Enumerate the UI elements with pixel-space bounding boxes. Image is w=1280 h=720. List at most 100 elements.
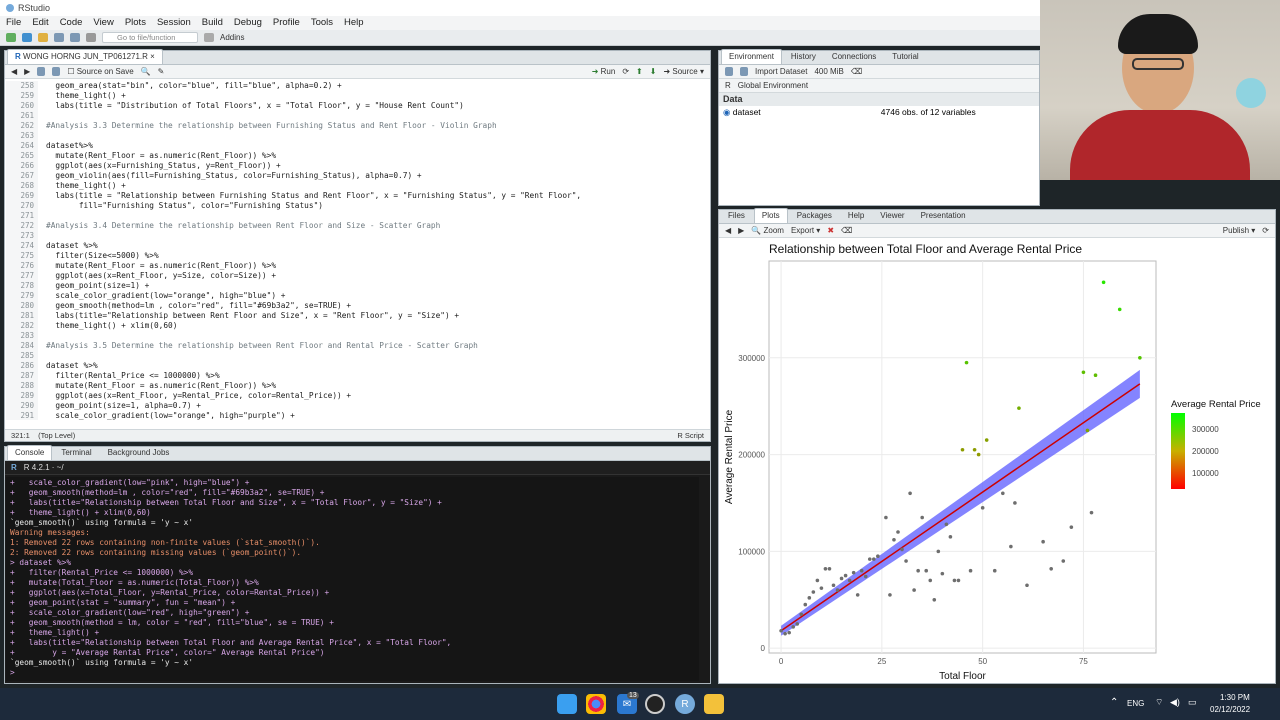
- zoom-button[interactable]: 🔍 Zoom: [751, 226, 784, 235]
- menu-edit[interactable]: Edit: [32, 16, 48, 30]
- tab-background-jobs[interactable]: Background Jobs: [101, 446, 177, 460]
- env-var-name[interactable]: dataset: [733, 106, 881, 119]
- menu-build[interactable]: Build: [202, 16, 223, 30]
- broom-icon[interactable]: ⌫: [851, 67, 862, 76]
- file-explorer-icon[interactable]: [704, 694, 724, 714]
- code-line[interactable]: [46, 131, 581, 141]
- search-icon[interactable]: 🔍: [141, 67, 151, 76]
- run-button[interactable]: ➜ Run: [592, 67, 616, 76]
- tab-environment[interactable]: Environment: [721, 49, 782, 64]
- tab-console[interactable]: Console: [7, 445, 53, 460]
- tab-tutorial[interactable]: Tutorial: [885, 50, 925, 64]
- addins-menu[interactable]: Addins: [220, 33, 244, 42]
- code-line[interactable]: scale_color_gradient(low="orange", high=…: [46, 411, 581, 420]
- save-all-icon[interactable]: [70, 33, 80, 42]
- code-line[interactable]: labs(title = "Relationship between Furni…: [46, 191, 581, 201]
- editor-file-tab[interactable]: R WONG HORNG JUN_TP061271.R ×: [7, 49, 163, 64]
- code-line[interactable]: dataset%>%: [46, 141, 581, 151]
- forward-arrow-icon[interactable]: ▶: [24, 67, 30, 76]
- code-line[interactable]: [46, 231, 581, 241]
- close-icon[interactable]: ×: [150, 52, 155, 61]
- code-line[interactable]: dataset %>%: [46, 361, 581, 371]
- menu-profile[interactable]: Profile: [273, 16, 300, 30]
- scope-select[interactable]: Global Environment: [738, 81, 808, 90]
- menu-help[interactable]: Help: [344, 16, 364, 30]
- code-line[interactable]: filter(Rental_Price <= 1000000) %>%: [46, 371, 581, 381]
- load-workspace-icon[interactable]: [725, 67, 733, 76]
- back-arrow-icon[interactable]: ◀: [11, 67, 17, 76]
- tab-connections[interactable]: Connections: [825, 50, 883, 64]
- code-line[interactable]: fill="Furnishing Status", color="Furnish…: [46, 201, 581, 211]
- rstudio-icon[interactable]: R: [675, 694, 695, 714]
- menu-debug[interactable]: Debug: [234, 16, 262, 30]
- show-in-window-icon[interactable]: [37, 67, 46, 76]
- code-line[interactable]: mutate(Rent_Floor = as.numeric(Rent_Floo…: [46, 151, 581, 161]
- tray-chevron-icon[interactable]: ⌃: [1110, 697, 1118, 708]
- code-line[interactable]: ggplot(aes(x=Furnishing_Status, y=Rent_F…: [46, 161, 581, 171]
- code-line[interactable]: [46, 111, 581, 121]
- export-button[interactable]: Export ▾: [791, 226, 820, 235]
- code-line[interactable]: dataset %>%: [46, 241, 581, 251]
- menu-view[interactable]: View: [93, 16, 113, 30]
- tab-viewer[interactable]: Viewer: [873, 209, 911, 223]
- up-arrow-icon[interactable]: ⬆: [636, 67, 643, 76]
- chrome-icon[interactable]: [586, 694, 606, 714]
- code-editor[interactable]: 258 259 260 261 262 263 264 265 266 267 268 269 270 2…: [6, 81, 699, 420]
- tab-terminal[interactable]: Terminal: [54, 446, 98, 460]
- code-line[interactable]: theme_light() +: [46, 91, 581, 101]
- code-line[interactable]: #Analysis 3.4 Determine the relationship…: [46, 221, 581, 231]
- code-line[interactable]: geom_violin(aes(fill=Furnishing_Status, …: [46, 171, 581, 181]
- code-line[interactable]: [46, 211, 581, 221]
- save-file-icon[interactable]: [52, 67, 61, 76]
- scope-indicator[interactable]: (Top Level): [38, 431, 75, 440]
- console-output[interactable]: + scale_color_gradient(low="pink", high=…: [6, 477, 699, 681]
- import-dataset-button[interactable]: Import Dataset: [755, 67, 807, 76]
- code-line[interactable]: mutate(Rent_Floor = as.numeric(Rent_Floo…: [46, 381, 581, 391]
- clock-time[interactable]: 1:30 PM: [1220, 693, 1250, 702]
- tab-files[interactable]: Files: [721, 209, 752, 223]
- menu-plots[interactable]: Plots: [125, 16, 146, 30]
- source-button[interactable]: ➜ Source ▾: [663, 67, 704, 76]
- menu-code[interactable]: Code: [60, 16, 83, 30]
- code-line[interactable]: scale_color_gradient(low="orange", high=…: [46, 291, 581, 301]
- obs-icon[interactable]: [645, 694, 665, 714]
- new-file-icon[interactable]: [6, 33, 16, 42]
- language-select[interactable]: R: [725, 81, 731, 90]
- tab-help[interactable]: Help: [841, 209, 871, 223]
- battery-icon[interactable]: ▭: [1188, 697, 1197, 708]
- memory-usage[interactable]: 400 MiB: [814, 67, 843, 76]
- publish-button[interactable]: Publish ▾: [1223, 226, 1256, 235]
- code-line[interactable]: labs(title = "Distribution of Total Floo…: [46, 101, 581, 111]
- code-line[interactable]: ggplot(aes(x=Rent_Floor, y=Rental_Price,…: [46, 391, 581, 401]
- remove-plot-icon[interactable]: ✖: [827, 226, 834, 235]
- save-workspace-icon[interactable]: [740, 67, 748, 76]
- tab-history[interactable]: History: [784, 50, 823, 64]
- print-icon[interactable]: [86, 33, 96, 42]
- menu-session[interactable]: Session: [157, 16, 191, 30]
- code-line[interactable]: theme_light() +: [46, 181, 581, 191]
- menu-tools[interactable]: Tools: [311, 16, 333, 30]
- rerun-icon[interactable]: ⟳: [622, 67, 629, 76]
- code-line[interactable]: filter(Size<=5000) %>%: [46, 251, 581, 261]
- tab-presentation[interactable]: Presentation: [914, 209, 973, 223]
- tab-plots[interactable]: Plots: [753, 208, 788, 223]
- code-line[interactable]: ggplot(aes(x=Rent_Floor, y=Size, color=S…: [46, 271, 581, 281]
- next-plot-icon[interactable]: ▶: [738, 226, 744, 235]
- down-arrow-icon[interactable]: ⬇: [650, 67, 657, 76]
- new-project-icon[interactable]: [22, 33, 32, 42]
- code-line[interactable]: #Analysis 3.3 Determine the relationship…: [46, 121, 581, 131]
- grid-icon[interactable]: [204, 33, 214, 42]
- file-type-indicator[interactable]: R Script: [677, 430, 704, 441]
- code-line[interactable]: theme_light() + xlim(0,60): [46, 321, 581, 331]
- save-icon[interactable]: [54, 33, 64, 42]
- tab-packages[interactable]: Packages: [790, 209, 839, 223]
- code-line[interactable]: geom_point(size=1, alpha=0.7) +: [46, 401, 581, 411]
- dataset-icon[interactable]: ◉: [723, 106, 733, 119]
- volume-icon[interactable]: ◀): [1170, 697, 1180, 708]
- prev-plot-icon[interactable]: ◀: [725, 226, 731, 235]
- clear-plots-icon[interactable]: ⌫: [841, 226, 852, 235]
- open-file-icon[interactable]: [38, 33, 48, 42]
- menu-file[interactable]: File: [6, 16, 21, 30]
- code-line[interactable]: geom_point(size=1) +: [46, 281, 581, 291]
- wifi-icon[interactable]: ⌔: [1155, 697, 1163, 708]
